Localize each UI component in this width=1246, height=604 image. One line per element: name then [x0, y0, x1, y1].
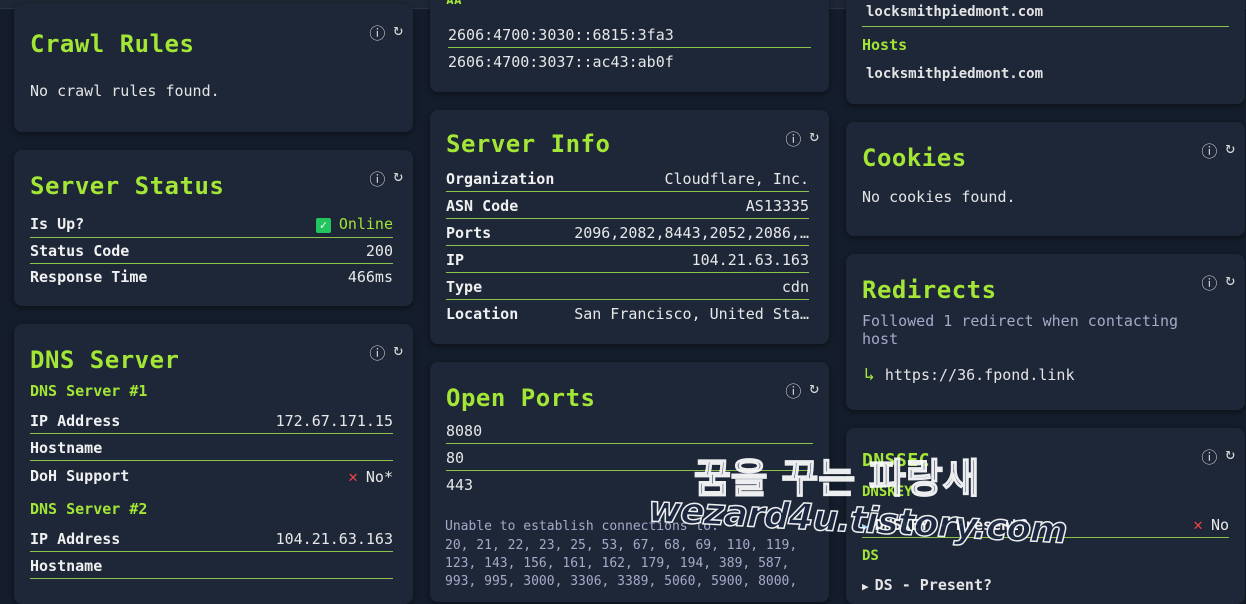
refresh-icon[interactable]: ↻: [1225, 138, 1235, 162]
server-status-card: ⓘ ↻ Server Status Is Up? ✓ Online Status C…: [14, 150, 413, 306]
card-title: Redirects: [862, 276, 997, 304]
closed-ports-line: 993, 995, 3000, 3306, 3389, 5060, 5900, …: [445, 574, 798, 589]
row-key: Hostname: [30, 556, 103, 575]
redirects-card: ⓘ ↻ Redirects Followed 1 redirect when co…: [846, 254, 1245, 410]
row-key: Location: [446, 305, 519, 323]
ports-row: Ports 2096,2082,8443,2052,2086,…: [446, 220, 809, 246]
ip-row: IP 104.21.63.163: [446, 247, 809, 273]
status-code-row: Status Code 200: [30, 238, 393, 264]
hostname-text: locksmithpiedmont.com: [866, 66, 1044, 82]
hostname-text: locksmithpiedmont.com: [866, 4, 1044, 20]
row-key: Organization: [446, 169, 555, 188]
response-time-row: Response Time 466ms: [30, 264, 393, 290]
hostname-row: Hostname: [30, 553, 393, 579]
refresh-icon[interactable]: ↻: [1225, 444, 1235, 468]
organization-row: Organization Cloudflare, Inc.: [446, 166, 809, 192]
redirect-entry: ↳ https://36.fpond.link: [864, 364, 1075, 385]
row-key: Status Code: [30, 241, 130, 260]
refresh-icon[interactable]: ↻: [393, 340, 403, 364]
hostname-row: Hostname: [30, 435, 393, 461]
online-status: Online: [338, 214, 393, 233]
dns-server-card: ⓘ ↻ DNS Server DNS Server #1 IP Address 1…: [14, 324, 413, 604]
refresh-icon[interactable]: ↻: [1225, 270, 1235, 294]
aaaa-record: 2606:4700:3030::6815:3fa3: [448, 22, 811, 48]
info-icon[interactable]: ⓘ: [369, 166, 385, 190]
info-icon[interactable]: ⓘ: [1201, 270, 1217, 294]
location-row: Location San Francisco, United Sta…: [446, 301, 809, 327]
info-icon[interactable]: ⓘ: [369, 340, 385, 364]
row-key: DoH Support: [30, 467, 130, 485]
ds-label: DS: [862, 548, 879, 564]
row-key: Response Time: [30, 268, 148, 286]
row-key: Hostname: [30, 438, 103, 457]
card-title: Cookies: [862, 144, 967, 172]
row-value: 104.21.63.163: [691, 250, 809, 269]
info-icon[interactable]: ⓘ: [785, 378, 801, 402]
server-info-card: ⓘ ↻ Server Info Organization Cloudflare, …: [430, 110, 829, 344]
row-key: DS - Present?: [874, 576, 993, 594]
row-key: Is Up?: [30, 214, 85, 233]
asn-code-row: ASN Code AS13335: [446, 193, 809, 219]
card-title: Server Status: [30, 172, 225, 200]
row-value: 466ms: [347, 268, 393, 286]
info-icon[interactable]: ⓘ: [785, 126, 801, 150]
doh-support-row: DoH Support ✕ No*: [30, 463, 393, 489]
is-up-row: Is Up? ✓ Online: [30, 210, 393, 238]
cross-icon: ✕: [348, 466, 358, 486]
row-value: No*: [365, 467, 393, 486]
row-value: AS13335: [745, 196, 809, 215]
cookies-card: ⓘ ↻ Cookies No cookies found.: [846, 122, 1245, 236]
hosts-label: Hosts: [862, 36, 908, 54]
card-title: Server Info: [446, 130, 611, 158]
crawl-rules-card: ⓘ ↻ Crawl Rules No crawl rules found.: [14, 4, 413, 132]
check-icon: ✓: [315, 217, 331, 233]
refresh-icon[interactable]: ↻: [393, 166, 403, 190]
row-value: cdn: [781, 277, 809, 296]
closed-ports-line: 20, 21, 22, 23, 25, 53, 67, 68, 69, 110,…: [445, 538, 798, 553]
open-port-item: 8080: [446, 418, 813, 444]
redirect-arrow-icon: ↳: [864, 364, 875, 385]
info-icon[interactable]: ⓘ: [1201, 444, 1217, 468]
aaaa-record: 2606:4700:3037::ac43:ab0f: [448, 53, 674, 71]
cross-icon: ✕: [1193, 515, 1203, 534]
card-title: DNS Server: [30, 346, 180, 374]
hosts-card: locksmithpiedmont.com Hosts locksmithpie…: [846, 0, 1245, 104]
type-row: Type cdn: [446, 274, 809, 300]
row-key: IP Address: [30, 529, 121, 548]
info-icon[interactable]: ⓘ: [369, 20, 385, 44]
refresh-icon[interactable]: ↻: [809, 378, 819, 402]
ip-address-row: IP Address 104.21.63.163: [30, 526, 393, 552]
row-value: 104.21.63.163: [275, 529, 393, 548]
aaaa-label: AA: [446, 0, 462, 4]
row-value: Cloudflare, Inc.: [664, 169, 810, 188]
card-title: Crawl Rules: [30, 30, 195, 58]
refresh-icon[interactable]: ↻: [809, 126, 819, 150]
row-value: San Francisco, United Sta…: [574, 305, 809, 323]
row-value: 172.67.171.15: [275, 411, 393, 430]
dns-records-card: AA 2606:4700:3030::6815:3fa3 2606:4700:3…: [430, 0, 829, 92]
ds-present-row[interactable]: ▶ DS - Present?: [862, 576, 992, 594]
row-key: Ports: [446, 223, 492, 242]
row-key: ASN Code: [446, 196, 519, 215]
redirects-message: Followed 1 redirect when contacting host: [862, 312, 1179, 348]
ip-address-row: IP Address 172.67.171.15: [30, 408, 393, 434]
row-key: IP: [446, 250, 465, 269]
row-value: No: [1210, 516, 1229, 534]
crawl-rules-message: No crawl rules found.: [30, 82, 220, 100]
row-value: 200: [365, 241, 393, 260]
card-title: Open Ports: [446, 384, 596, 412]
closed-ports-line: 123, 143, 156, 161, 162, 179, 194, 389, …: [445, 556, 790, 571]
redirect-url[interactable]: https://36.fpond.link: [885, 366, 1075, 384]
info-icon[interactable]: ⓘ: [1201, 138, 1217, 162]
cookies-message: No cookies found.: [862, 188, 1016, 206]
row-value: 2096,2082,8443,2052,2086,…: [574, 223, 809, 242]
refresh-icon[interactable]: ↻: [393, 20, 403, 44]
expand-icon[interactable]: ▶: [862, 580, 869, 593]
row-key: Type: [446, 277, 483, 296]
dns-server-2-heading: DNS Server #2: [30, 500, 148, 518]
row-key: IP Address: [30, 411, 121, 430]
dns-server-1-heading: DNS Server #1: [30, 382, 148, 400]
